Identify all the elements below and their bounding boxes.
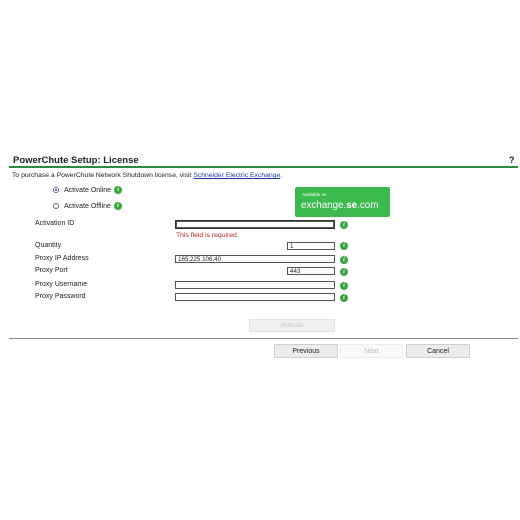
activate-online-label: Activate Online [64,186,112,194]
proxy-username-input[interactable] [175,281,335,289]
info-icon[interactable]: i [114,186,123,194]
next-button[interactable]: Next [340,344,403,358]
intro-text: To purchase a PowerChute Network Shutdow… [12,172,283,179]
activate-offline-radio[interactable] [53,203,59,209]
proxy-ip-input[interactable] [175,255,335,263]
info-icon[interactable]: i [113,202,122,210]
activation-id-error: This field is required. [176,232,239,239]
title-divider [9,166,518,168]
info-icon[interactable]: i [340,294,348,302]
activation-id-input[interactable] [175,220,335,229]
previous-button[interactable]: Previous [274,344,338,358]
activate-online-radio[interactable] [53,187,59,193]
activate-online-option[interactable]: Activate Online i [53,186,123,194]
info-icon[interactable]: i [340,242,348,250]
banner-domain: exchange.se.com [301,200,379,211]
page-title: PowerChute Setup: License [13,155,139,166]
info-icon[interactable]: i [340,268,348,276]
info-icon[interactable]: i [340,256,348,264]
banner-available-text: Available on [302,192,327,197]
activation-id-label: Activation ID [35,220,75,227]
activate-offline-label: Activate Offline [64,202,111,210]
quantity-input[interactable] [287,242,335,250]
proxy-port-input[interactable] [287,267,335,275]
activate-button[interactable]: Activate [249,319,335,332]
help-button[interactable]: ? [509,155,515,165]
exchange-banner[interactable]: Available on exchange.se.com [295,187,390,217]
info-icon[interactable]: i [340,282,348,290]
proxy-password-label: Proxy Password [35,293,86,300]
proxy-password-input[interactable] [175,293,335,301]
activate-offline-option[interactable]: Activate Offline i [53,202,122,210]
proxy-ip-label: Proxy IP Address [35,255,89,262]
quantity-label: Quantity [35,242,62,249]
proxy-username-label: Proxy Username [35,281,88,288]
footer-divider [9,338,518,339]
exchange-link[interactable]: Schneider Electric Exchange [193,172,280,179]
proxy-port-label: Proxy Port [35,267,68,274]
info-icon[interactable]: i [340,221,348,229]
cancel-button[interactable]: Cancel [406,344,470,358]
